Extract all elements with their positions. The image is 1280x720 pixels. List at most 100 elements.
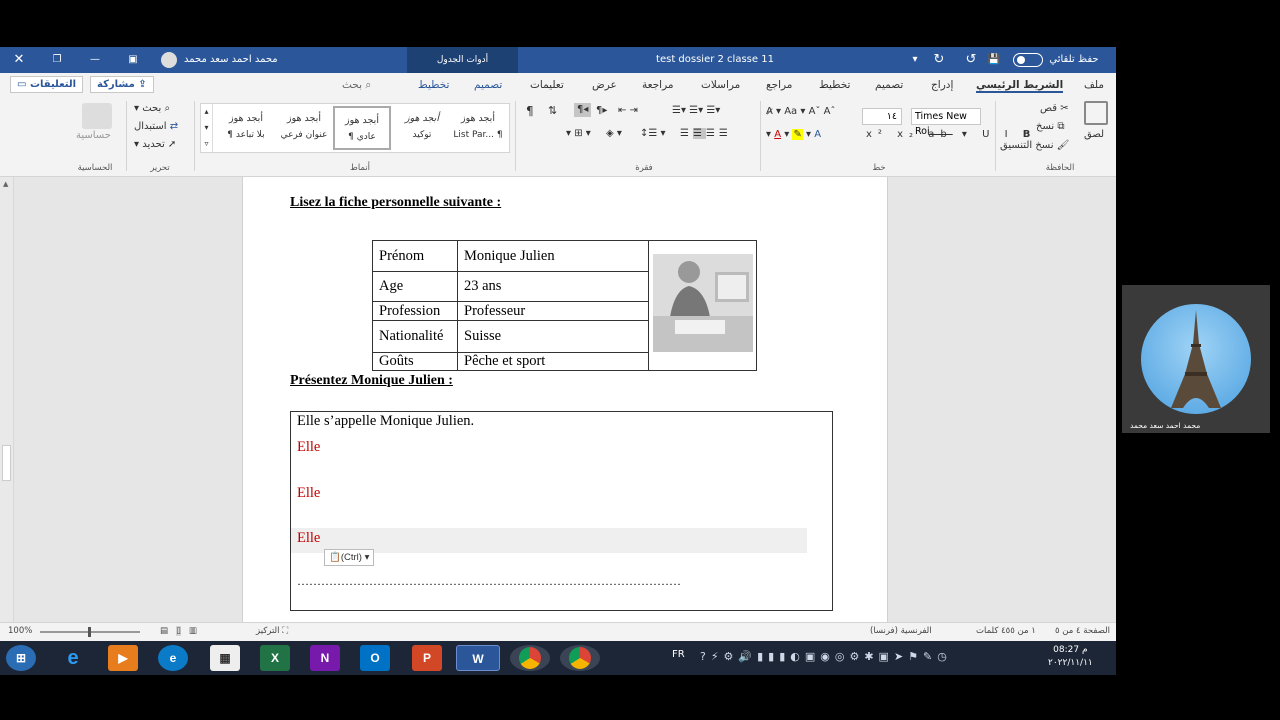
style-normal[interactable]: أبجد هوز ¶ عادي	[333, 106, 391, 150]
line-spacing-icon[interactable]: ↕☰ ▾	[640, 127, 666, 141]
sort-icon[interactable]: ⇅	[548, 104, 557, 118]
clock[interactable]: 08:27 م ٢٠٢٢/١١/١١	[1048, 644, 1093, 670]
tab-table-design[interactable]: تصميم	[474, 77, 502, 93]
word-count[interactable]: ١ من ٤٥٥ كلمات	[976, 626, 1036, 636]
answer-line-3[interactable]: Elle	[297, 485, 320, 502]
style-list-paragraph[interactable]: أبجد هوز List Par... ¶	[449, 106, 507, 150]
page-indicator[interactable]: الصفحة ٤ من ٥	[1055, 626, 1110, 636]
start-icon[interactable]: ⊞	[6, 645, 36, 671]
answer-line-1[interactable]: Elle s’appelle Monique Julien.	[297, 413, 474, 430]
tab-references[interactable]: مراجع	[766, 77, 792, 93]
system-tray-icons[interactable]: ?⚡⚙🔊▮▮▮◐▣◉◎⚙✱▣➤⚑✎◷	[700, 650, 952, 663]
media-player-icon[interactable]: ▶	[108, 645, 138, 671]
photo-cell[interactable]	[648, 240, 757, 371]
answer-line-2[interactable]: Elle	[297, 439, 320, 456]
user-name[interactable]: محمد احمد سعد محمد	[184, 47, 294, 73]
copy-button[interactable]: نسخ ⧉	[1036, 120, 1065, 134]
font-name-box[interactable]: Times New Roi	[911, 108, 981, 137]
language-indicator-taskbar[interactable]: FR	[672, 649, 685, 660]
table-cell-value[interactable]: 23 ans	[457, 271, 649, 302]
focus-button[interactable]: التركيز ⛶	[256, 626, 288, 636]
table-cell-value[interactable]: Monique Julien	[457, 240, 649, 272]
tab-review[interactable]: مراجعة	[642, 77, 674, 93]
close-window-icon[interactable]: ✕	[8, 47, 30, 73]
sensitivity-button[interactable]: حساسية	[76, 129, 111, 143]
onenote-icon[interactable]: N	[310, 645, 340, 671]
customize-qat-icon[interactable]: ▾	[905, 47, 925, 73]
user-avatar[interactable]	[160, 47, 178, 73]
style-subtitle[interactable]: أبجد هوز عنوان فرعي	[275, 106, 333, 150]
sensitivity-icon[interactable]	[82, 103, 112, 129]
edge-icon[interactable]: e	[158, 645, 188, 671]
style-emphasis[interactable]: أبجد هوز توكيد	[393, 106, 451, 150]
paste-icon[interactable]	[1084, 101, 1108, 125]
borders-icon[interactable]: ▾ ⊞ ▾	[566, 127, 591, 141]
language-indicator[interactable]: الفرنسية (فرنسا)	[870, 626, 932, 636]
ie-icon[interactable]: e	[58, 645, 88, 671]
calculator-icon[interactable]: ▦	[210, 645, 240, 671]
undo-icon[interactable]: ↺	[960, 47, 982, 73]
tab-layout[interactable]: تخطيط	[819, 77, 850, 93]
style-no-spacing[interactable]: أبجد هوز ¶ بلا تباعد	[217, 106, 275, 150]
view-buttons[interactable]: ▤ ▯ ▥	[160, 626, 197, 636]
font-size-box[interactable]: ١٤	[862, 108, 902, 125]
powerpoint-icon[interactable]: P	[412, 645, 442, 671]
personal-info-table[interactable]: Prénom Monique Julien Age 23 ans Professio…	[372, 240, 757, 371]
table-cell-label[interactable]: Goûts	[372, 352, 458, 371]
chrome-icon-2[interactable]	[560, 645, 600, 671]
rtl-icon[interactable]: ¶▸	[596, 104, 607, 118]
scroll-thumb[interactable]	[2, 445, 11, 481]
word-icon[interactable]: W	[456, 645, 500, 671]
table-cell-label[interactable]: Nationalité	[372, 320, 458, 353]
save-icon[interactable]: 💾	[984, 47, 1004, 73]
tab-insert[interactable]: إدراج	[931, 77, 953, 93]
alignment-icons[interactable]: ☰☰☰☰	[680, 127, 732, 141]
multilevel-list-icon[interactable]: ☰▾ ☰▾ ☰▾	[672, 104, 720, 118]
table-cell-label[interactable]: Age	[372, 271, 458, 302]
find-button[interactable]: ▾ بحث ⌕	[134, 102, 170, 116]
paste-options-button[interactable]: 📋(Ctrl) ▾	[324, 549, 375, 566]
tab-table-layout[interactable]: تخطيط	[418, 77, 449, 93]
increase-indent-icon[interactable]: ⇤ ⇥	[618, 104, 638, 118]
tab-design[interactable]: تصميم	[875, 77, 903, 93]
table-cell-value[interactable]: Professeur	[457, 301, 649, 321]
zoom-slider[interactable]	[40, 627, 140, 637]
minimize-window-icon[interactable]: —	[84, 47, 106, 73]
table-cell-value[interactable]: Suisse	[457, 320, 649, 353]
tab-home[interactable]: الشريط الرئيسي	[976, 77, 1064, 93]
scroll-up-icon[interactable]: ▲	[3, 180, 8, 188]
restore-window-icon[interactable]: ❐	[46, 47, 68, 73]
share-button[interactable]: مشاركة ⇪	[90, 76, 154, 93]
outlook-icon[interactable]: O	[360, 645, 390, 671]
paragraph-marks-icon[interactable]: ¶	[526, 104, 534, 118]
tab-file[interactable]: ملف	[1084, 77, 1104, 93]
excel-icon[interactable]: X	[260, 645, 290, 671]
table-cell-label[interactable]: Prénom	[372, 240, 458, 272]
select-button[interactable]: ▾ تحديد ➚	[134, 138, 176, 152]
table-cell-label[interactable]: Profession	[372, 301, 458, 321]
vertical-scrollbar[interactable]: ▲ ▼	[0, 177, 14, 646]
search-tab[interactable]: بحث ⌕	[342, 77, 371, 93]
table-cell-value[interactable]: Pêche et sport	[457, 352, 649, 371]
redo-icon[interactable]: ↻	[928, 47, 950, 73]
chrome-icon[interactable]	[510, 645, 550, 671]
tab-mailings[interactable]: مراسلات	[701, 77, 740, 93]
text-effects-icon[interactable]: A̷ ▾ Aa ▾ Aˇ Aˆ	[766, 105, 835, 119]
font-color-icon[interactable]: ▾ A ▾ ✎ ▾ A	[766, 128, 821, 142]
replace-button[interactable]: استبدال ⇄	[134, 120, 178, 134]
tab-view[interactable]: عرض	[592, 77, 617, 93]
ribbon-display-icon[interactable]: ▣	[122, 47, 144, 73]
paste-button[interactable]: لصق	[1084, 128, 1104, 142]
zoom-level[interactable]: 100%	[8, 626, 32, 636]
ltr-icon[interactable]: ¶◂	[574, 103, 592, 117]
format-painter-button[interactable]: نسخ التنسيق 🖌	[1000, 139, 1069, 153]
autosave-toggle[interactable]	[1012, 47, 1044, 73]
answer-box[interactable]: Elle s’appelle Monique Julien. Elle Elle…	[290, 411, 833, 611]
styles-scroll[interactable]: ▴ ▾ ▿	[201, 104, 213, 152]
tab-help[interactable]: تعليمات	[530, 77, 564, 93]
answer-line-4[interactable]: Elle	[297, 530, 320, 547]
comments-button[interactable]: ▭ التعليقات	[10, 76, 84, 93]
cut-button[interactable]: قص ✂	[1040, 102, 1069, 116]
document-page[interactable]: Lisez la fiche personnelle suivante : Pr…	[242, 177, 888, 646]
shading-icon[interactable]: ◈ ▾	[606, 127, 622, 141]
